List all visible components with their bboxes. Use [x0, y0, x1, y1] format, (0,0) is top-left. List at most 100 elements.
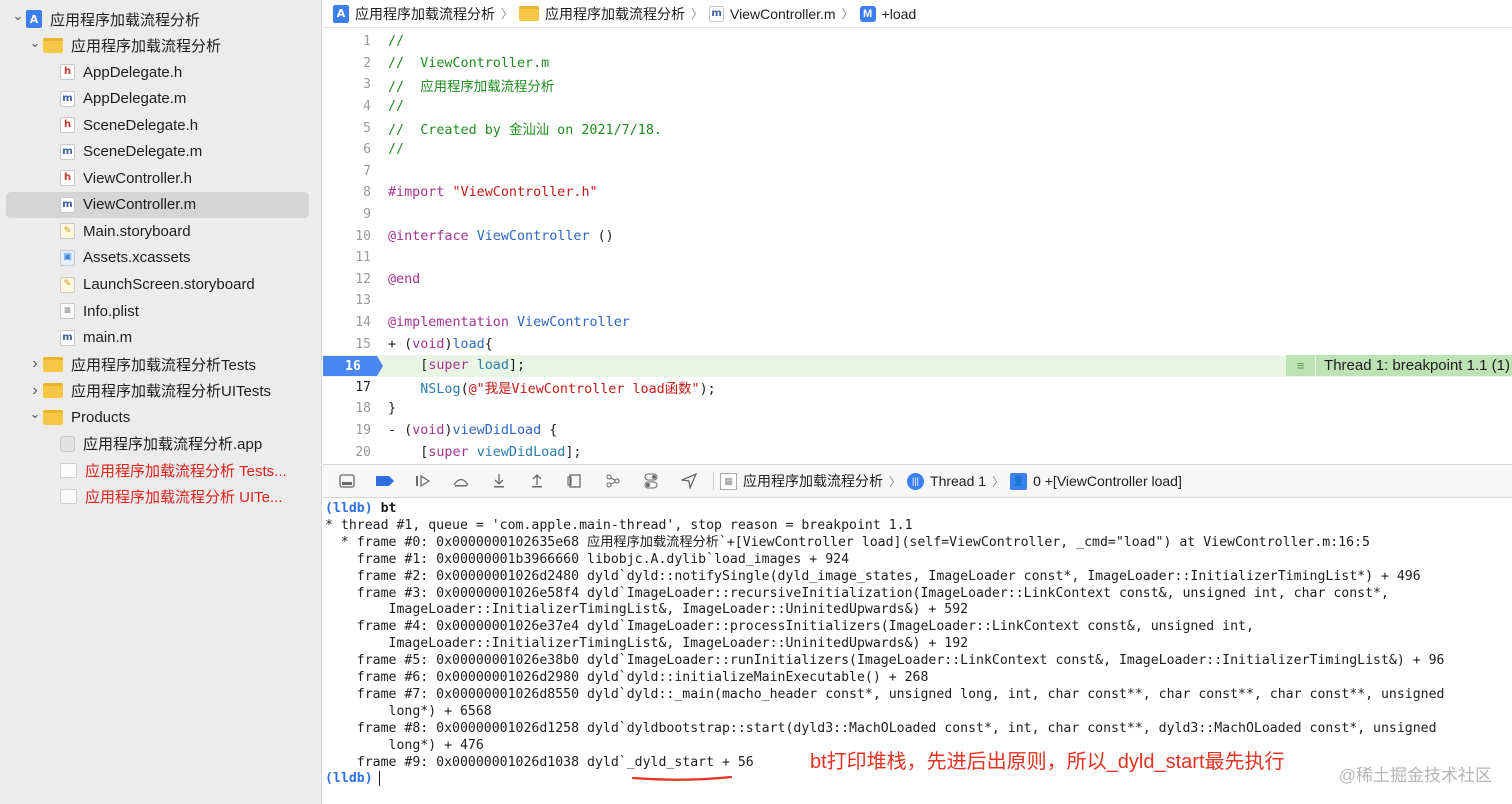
debug-scheme-crumb[interactable]: ▦ 应用程序加载流程分析 — [720, 471, 883, 491]
code-token: super — [428, 444, 469, 460]
debug-console[interactable]: (lldb) bt * thread #1, queue = 'com.apple… — [323, 499, 1512, 804]
debug-view-hierarchy-button[interactable] — [561, 470, 589, 492]
navigator-item[interactable]: ⌄ 应用程序加载流程分析 — [6, 33, 309, 59]
code-line: 4 // — [323, 96, 1512, 118]
console-text: frame #8: 0x00000001026d1258 dyld`dyldbo… — [325, 720, 1437, 736]
console-line: long*) + 476 — [325, 737, 484, 754]
memory-graph-button[interactable] — [599, 470, 627, 492]
debug-thread-crumb[interactable]: ||| Thread 1 — [907, 472, 986, 490]
continue-icon — [416, 474, 431, 488]
storyboard-icon: ✎ — [60, 223, 75, 240]
navigator-item[interactable]: m SceneDelegate.m — [6, 139, 309, 165]
code-text: } — [388, 401, 396, 416]
code-token: void — [412, 336, 445, 352]
step-out-button[interactable] — [523, 470, 551, 492]
chevron-down-icon[interactable]: ⌄ — [27, 35, 43, 51]
code-token: NSLog — [420, 382, 461, 398]
environment-overrides-button[interactable] — [637, 470, 665, 492]
header-file-icon: h — [60, 64, 75, 81]
chevron-right-icon[interactable]: › — [27, 382, 43, 400]
breakpoint-icon — [376, 476, 394, 486]
navigator-item[interactable]: m main.m — [6, 325, 309, 351]
code-token: // — [388, 34, 405, 50]
code-token: ) — [444, 336, 453, 352]
chevron-right-icon: 〉 — [501, 7, 514, 21]
storyboard-icon: ✎ — [60, 276, 75, 293]
hide-debug-area-button[interactable] — [333, 470, 361, 492]
breakpoints-toggle-button[interactable] — [371, 470, 399, 492]
breadcrumb-group[interactable]: 应用程序加载流程分析 — [519, 4, 685, 24]
code-line: 17 NSLog(@"我是ViewController load函数"); — [323, 377, 1512, 399]
chevron-down-icon[interactable]: ⌄ — [27, 406, 43, 422]
code-line: 1 // — [323, 31, 1512, 53]
plist-icon: ≡ — [60, 303, 75, 320]
code-token: #import — [388, 185, 453, 201]
code-token: ( — [460, 382, 469, 398]
navigator-item[interactable]: h SceneDelegate.h — [6, 112, 309, 138]
thread-icon: ||| — [907, 472, 925, 490]
navigator-item[interactable]: ≡ Info.plist — [6, 298, 309, 324]
code-text: + (void)load{ — [388, 337, 493, 352]
navigator-item[interactable]: ⌄ A 应用程序加载流程分析 — [6, 6, 309, 32]
chevron-down-icon[interactable]: ⌄ — [10, 8, 26, 24]
line-number: 15 — [355, 336, 371, 352]
code-token: viewDidLoad — [476, 444, 566, 460]
navigator-item[interactable]: m AppDelegate.m — [6, 86, 309, 112]
console-line: frame #5: 0x00000001026e38b0 dyld`ImageL… — [325, 652, 1445, 669]
navigator-item[interactable]: › 应用程序加载流程分析Tests — [6, 351, 309, 377]
navigator-item[interactable]: m ViewController.m — [6, 191, 309, 218]
chevron-right-icon: 〉 — [841, 7, 854, 21]
code-line: 10 @interface ViewController () — [323, 225, 1512, 247]
navigator-item[interactable]: ▣ Assets.xcassets — [6, 245, 309, 271]
chevron-right-icon: 〉 — [691, 7, 704, 21]
console-line: (lldb) bt — [325, 500, 396, 517]
step-into-button[interactable] — [485, 470, 513, 492]
console-text: frame #2: 0x00000001026d2480 dyld`dyld::… — [325, 568, 1421, 584]
navigator-item[interactable]: ✎ Main.storyboard — [6, 218, 309, 244]
line-number: 9 — [363, 207, 371, 223]
breadcrumb-method[interactable]: M +load — [859, 5, 916, 22]
console-line: (lldb) — [325, 770, 380, 787]
code-line: 3 // 应用程序加载流程分析 — [323, 74, 1512, 96]
method-icon: M — [859, 5, 876, 22]
source-editor[interactable]: 1 // 2 // ViewController.m 3 // 应用程序加载流程分析 4 //… — [323, 29, 1512, 463]
code-text: [super viewDidLoad]; — [388, 444, 581, 460]
navigator-item-label: 应用程序加载流程分析 — [50, 11, 201, 29]
thread-stop-badge[interactable]: ≡ Thread 1: breakpoint 1.1 (1) — [1286, 355, 1512, 376]
navigator-item-label: Info.plist — [83, 302, 139, 320]
navigator-item-label: AppDelegate.h — [83, 63, 183, 81]
line-number: 7 — [363, 163, 371, 179]
navigator-item[interactable]: ⌄ Products — [6, 404, 309, 430]
simulate-location-button[interactable] — [675, 470, 703, 492]
breadcrumb-project[interactable]: A 应用程序加载流程分析 — [333, 4, 495, 24]
navigator-item-label: 应用程序加载流程分析 UITe... — [85, 489, 283, 507]
step-over-icon — [453, 478, 469, 487]
line-number: 12 — [355, 271, 371, 287]
toggles-icon — [644, 473, 658, 489]
navigator-item[interactable]: 应用程序加载流程分析 UITe... — [6, 484, 309, 510]
navigator-item[interactable]: › 应用程序加载流程分析UITests — [6, 378, 309, 404]
code-line: 6 // — [323, 139, 1512, 161]
code-token: { — [484, 336, 493, 352]
navigator-item[interactable]: 应用程序加载流程分析 Tests... — [6, 457, 309, 483]
folder-icon — [43, 383, 63, 399]
breadcrumb-file[interactable]: m ViewController.m — [709, 5, 836, 22]
code-token: load — [476, 358, 509, 374]
step-over-button[interactable] — [447, 470, 475, 492]
debug-frame-crumb[interactable]: 👤 0 +[ViewController load] — [1010, 472, 1182, 490]
text-cursor — [378, 770, 380, 786]
navigator-item[interactable]: h AppDelegate.h — [6, 59, 309, 85]
code-token: // Created by 金汕汕 on 2021/7/18. — [388, 123, 662, 139]
navigator-item[interactable]: 应用程序加载流程分析.app — [6, 431, 309, 457]
navigator-item[interactable]: ✎ LaunchScreen.storyboard — [6, 272, 309, 298]
chevron-right-icon[interactable]: › — [27, 355, 43, 373]
navigator-item[interactable]: h ViewController.h — [6, 165, 309, 191]
breakpoint-marker[interactable]: 16 — [323, 356, 383, 376]
continue-button[interactable] — [409, 470, 437, 492]
code-line: 20 [super viewDidLoad]; — [323, 441, 1512, 463]
line-number: 2 — [363, 55, 371, 71]
code-line: 16 [super load]; ≡ Thread 1: breakpoint 1.… — [323, 355, 1512, 377]
code-token: // — [388, 99, 405, 115]
